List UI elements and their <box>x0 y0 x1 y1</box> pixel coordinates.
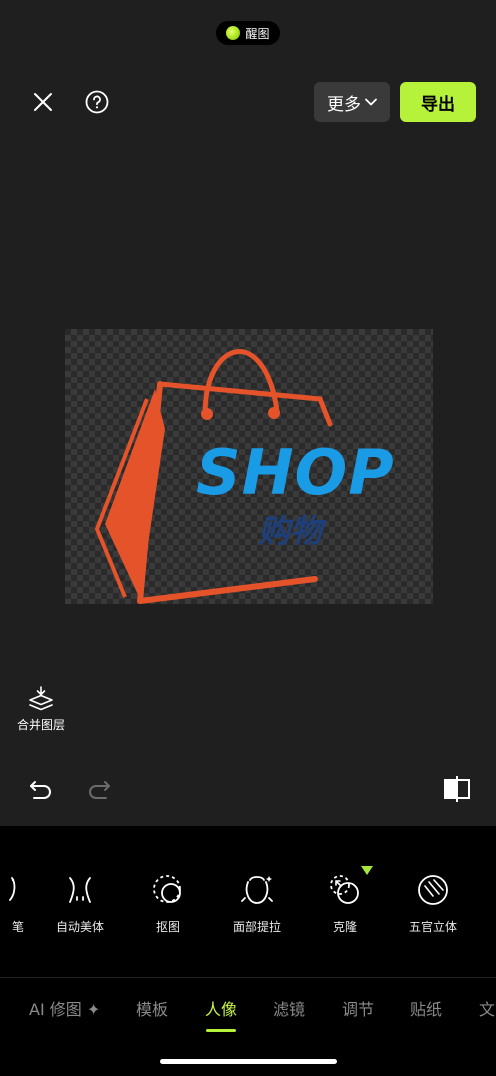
tab-text[interactable]: 文 <box>479 996 495 1020</box>
tab-portrait[interactable]: 人像 <box>205 996 237 1020</box>
app-status-pill: 醒图 <box>216 21 280 45</box>
tab-adjust[interactable]: 调节 <box>342 996 374 1020</box>
compare-button[interactable] <box>441 774 473 808</box>
tool-label: 面部提拉 <box>232 920 281 934</box>
undo-button[interactable] <box>26 774 56 808</box>
tool-clone[interactable]: 克隆 <box>305 872 385 935</box>
app-status-label: 醒图 <box>245 26 270 41</box>
close-icon <box>34 93 52 111</box>
tool-label: 笔 <box>11 920 24 934</box>
cutout-icon <box>153 875 181 903</box>
chevron-down-icon <box>365 98 377 106</box>
close-button[interactable] <box>23 82 63 122</box>
app-status-dot-icon <box>226 26 241 40</box>
tool-label: 抠图 <box>155 920 180 934</box>
logo-text: SHOP <box>196 436 395 509</box>
tool-auto-body[interactable]: 自动美体 <box>40 872 120 935</box>
tab-template[interactable]: 模板 <box>136 996 168 1020</box>
facial-contour-icon <box>418 875 448 905</box>
layers-icon <box>29 686 53 711</box>
export-label: 导出 <box>421 94 455 115</box>
export-button[interactable]: 导出 <box>400 82 476 122</box>
redo-button[interactable] <box>84 774 114 808</box>
more-button[interactable]: 更多 <box>314 82 390 122</box>
body-shape-icon <box>69 877 91 903</box>
undo-icon <box>30 781 51 799</box>
tool-brush[interactable]: 笔 <box>0 872 40 935</box>
brush-icon <box>9 877 16 901</box>
tab-sticker[interactable]: 贴纸 <box>410 996 442 1020</box>
tool-cutout[interactable]: 抠图 <box>128 872 208 935</box>
tab-filter[interactable]: 滤镜 <box>273 996 305 1020</box>
redo-icon <box>89 781 110 799</box>
merge-layers-button[interactable]: 合并图层 <box>12 686 70 733</box>
help-icon <box>85 90 109 114</box>
face-lift-icon <box>241 876 273 904</box>
clone-icon <box>330 875 359 904</box>
home-indicator[interactable] <box>160 1059 337 1064</box>
logo-cn-text: 购物 <box>258 512 323 550</box>
merge-layers-label: 合并图层 <box>16 718 65 732</box>
tool-face-lift[interactable]: 面部提拉 <box>217 872 297 935</box>
active-tab-indicator <box>206 1029 236 1032</box>
tool-facial-contour[interactable]: 五官立体 <box>393 872 473 935</box>
tool-label: 自动美体 <box>55 920 104 934</box>
more-label: 更多 <box>327 94 361 115</box>
panel-divider <box>0 977 496 978</box>
tool-label: 五官立体 <box>408 920 457 934</box>
compare-icon <box>444 776 470 802</box>
bottom-tool-panel <box>0 826 496 1076</box>
tab-ai-retouch[interactable]: AI 修图 ✦ <box>29 996 100 1020</box>
category-tabs: AI 修图 ✦ 模板 人像 滤镜 调节 贴纸 文 <box>0 996 496 1020</box>
help-button[interactable] <box>77 82 117 122</box>
tool-label: 克隆 <box>332 920 357 934</box>
